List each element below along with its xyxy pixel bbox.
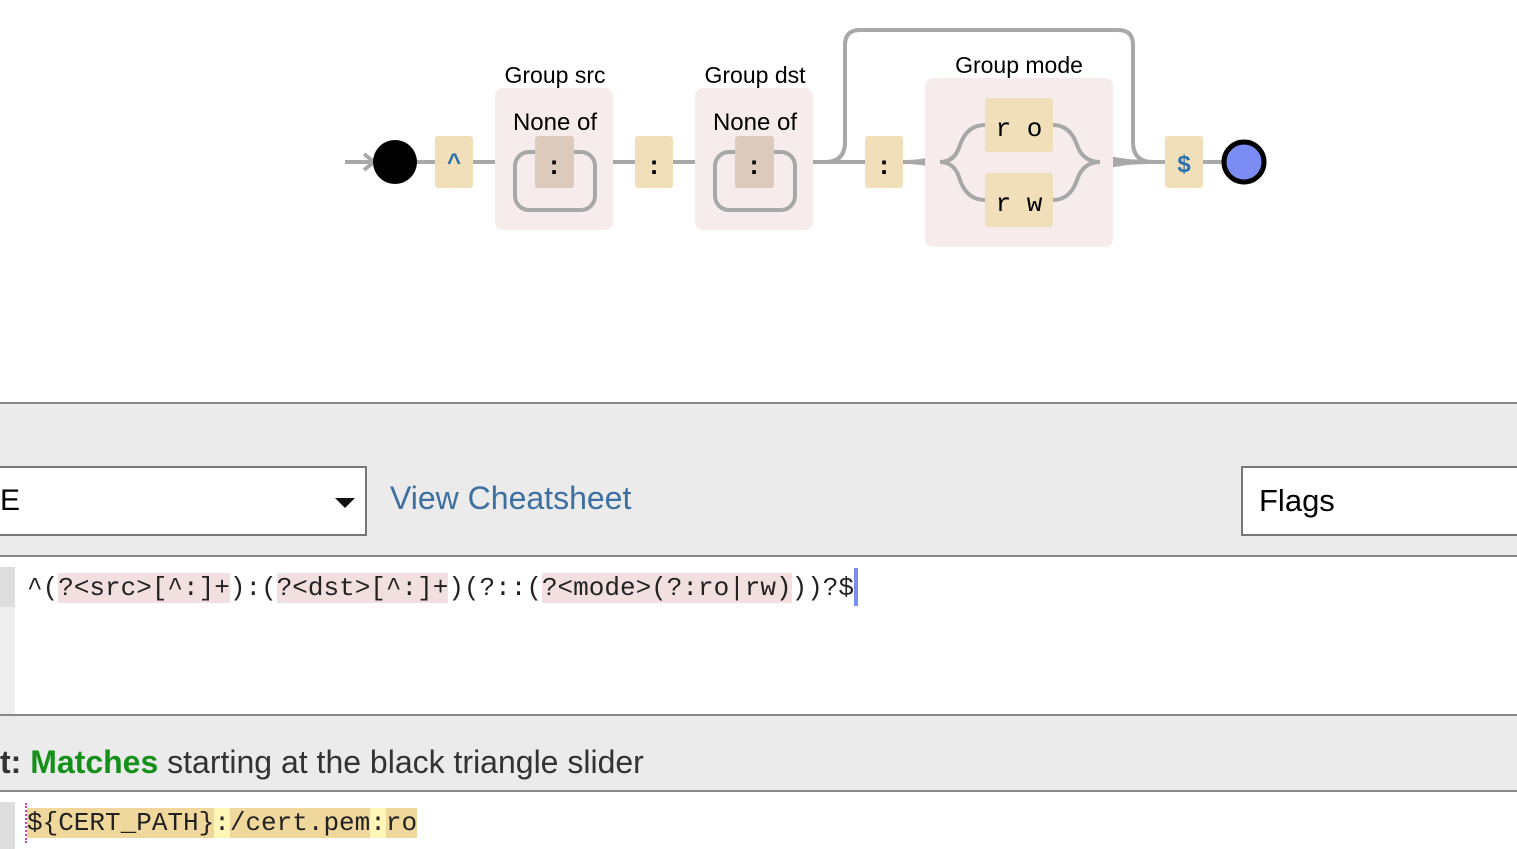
view-cheatsheet-link[interactable]: View Cheatsheet: [390, 480, 631, 517]
flags-button[interactable]: Flags: [1241, 466, 1517, 536]
anchor-end-text: $: [1177, 151, 1191, 178]
anchor-start-text: ^: [447, 149, 461, 176]
chevron-down-icon[interactable]: [335, 498, 355, 508]
svg-text:None of: None of: [713, 109, 797, 136]
svg-text:Group src: Group src: [505, 62, 606, 88]
match-group-mode: ro: [385, 808, 418, 838]
flavor-value: E: [0, 484, 21, 517]
regex-input[interactable]: ^(?<src>[^:]+):(?<dst>[^:]+)(?::(?<mode>…: [27, 568, 859, 608]
test-string-input[interactable]: ${CERT_PATH}:/cert.pem:ro: [25, 803, 418, 843]
text-cursor: [854, 568, 859, 606]
svg-text::: :: [746, 152, 762, 182]
end-point: [1221, 139, 1267, 185]
match-group-src: ${CERT_PATH}: [27, 808, 215, 838]
match-group-dst: /cert.pem: [229, 808, 371, 838]
svg-text:r w: r w: [996, 189, 1043, 219]
group-dst: Group dst None of :: [695, 62, 813, 230]
literal-colon-2: :: [876, 152, 892, 182]
flavor-select[interactable]: E: [0, 466, 367, 536]
active-line-gutter: [0, 567, 15, 607]
group-mode-highlight: ?<mode>(?:ro|rw): [541, 573, 792, 603]
svg-text:None of: None of: [513, 109, 597, 136]
start-point: [373, 140, 417, 184]
railroad-diagram: ^ Group src None of : : Group dst None o…: [345, 28, 1267, 247]
status-text: t: Matches starting at the black triangl…: [0, 744, 644, 780]
svg-text:r o: r o: [996, 114, 1043, 144]
literal-colon: :: [646, 152, 662, 182]
group-src: Group src None of :: [495, 62, 613, 230]
svg-text:Group dst: Group dst: [705, 62, 807, 88]
group-src-highlight: ?<src>[^:]+: [58, 573, 230, 603]
svg-text::: :: [546, 152, 562, 182]
svg-text:Group mode: Group mode: [955, 52, 1083, 78]
group-dst-highlight: ?<dst>[^:]+: [276, 573, 449, 603]
matches-label: Matches: [30, 744, 159, 780]
test-gutter: [0, 802, 15, 849]
group-mode: Group mode r o r w: [925, 52, 1113, 247]
